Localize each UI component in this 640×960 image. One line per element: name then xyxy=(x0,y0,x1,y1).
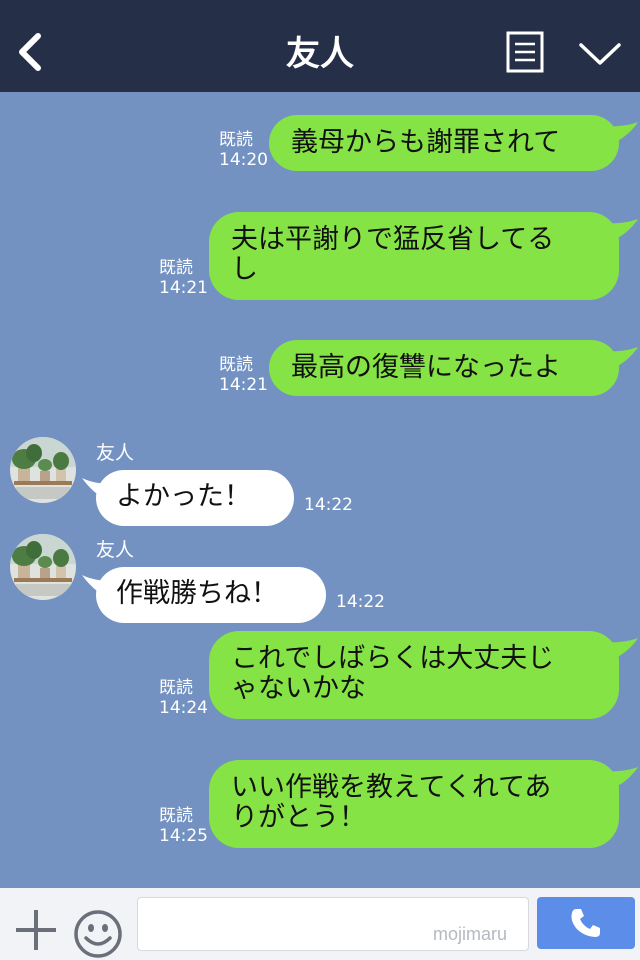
read-label: 既読 xyxy=(159,258,193,278)
message-bubble[interactable]: よかった！ xyxy=(96,470,294,526)
message-text: 作戦勝ちね！ xyxy=(116,578,278,609)
smile-icon[interactable] xyxy=(73,909,123,959)
read-receipt: 既読 14:20 xyxy=(219,130,268,170)
message-time: 14:22 xyxy=(304,495,353,515)
chevron-down-icon[interactable] xyxy=(578,40,622,68)
read-receipt: 既読 14:21 xyxy=(159,258,208,298)
message-bubble[interactable]: 最高の復讐になったよ xyxy=(269,340,619,396)
avatar[interactable] xyxy=(10,437,76,503)
call-button[interactable] xyxy=(537,897,635,949)
read-receipt: 既読 14:24 xyxy=(159,678,208,718)
watermark-text: mojimaru xyxy=(433,924,508,944)
message-bubble[interactable]: いい作戦を教えてくれてあ りがとう！ xyxy=(209,760,619,848)
avatar[interactable] xyxy=(10,534,76,600)
plus-icon[interactable] xyxy=(14,908,58,952)
message-text: よかった！ xyxy=(116,481,251,512)
message-composer: mojimaru xyxy=(0,888,640,960)
message-text-line: いい作戦を教えてくれてあ xyxy=(231,772,552,803)
message-time: 14:25 xyxy=(159,826,208,846)
chat-header: 友人 xyxy=(0,0,640,92)
message-time: 14:22 xyxy=(336,592,385,612)
message-text-line: りがとう！ xyxy=(231,802,366,833)
message-bubble[interactable]: 義母からも謝罪されて xyxy=(269,115,619,171)
message-text-line: し xyxy=(231,254,258,285)
message-time: 14:20 xyxy=(219,150,268,170)
message-bubble[interactable]: 作戦勝ちね！ xyxy=(96,567,326,623)
read-label: 既読 xyxy=(159,678,193,698)
notes-icon[interactable] xyxy=(506,31,544,73)
sender-name: 友人 xyxy=(96,442,135,464)
message-text-line: 夫は平謝りで猛反省してる xyxy=(231,224,555,255)
message-text: 義母からも謝罪されて xyxy=(291,127,561,158)
read-receipt: 既読 14:25 xyxy=(159,806,208,846)
read-label: 既読 xyxy=(159,806,193,826)
plant-avatar-icon xyxy=(10,534,76,600)
plant-avatar-icon xyxy=(10,437,76,503)
sender-name: 友人 xyxy=(96,539,135,561)
message-text-line: ゃないかな xyxy=(231,673,366,704)
read-receipt: 既読 14:21 xyxy=(219,355,268,395)
read-label: 既読 xyxy=(219,130,253,150)
message-text-line: これでしばらくは大丈夫じ xyxy=(231,643,555,674)
message-bubble[interactable]: 夫は平謝りで猛反省してる し xyxy=(209,212,619,300)
message-time: 14:21 xyxy=(159,278,208,298)
message-text: 最高の復讐になったよ xyxy=(291,352,561,383)
chat-title: 友人 xyxy=(286,34,354,74)
message-time: 14:21 xyxy=(219,375,268,395)
message-time: 14:24 xyxy=(159,698,208,718)
phone-icon xyxy=(571,909,600,937)
message-bubble[interactable]: これでしばらくは大丈夫じ ゃないかな xyxy=(209,631,619,719)
read-label: 既読 xyxy=(219,355,253,375)
